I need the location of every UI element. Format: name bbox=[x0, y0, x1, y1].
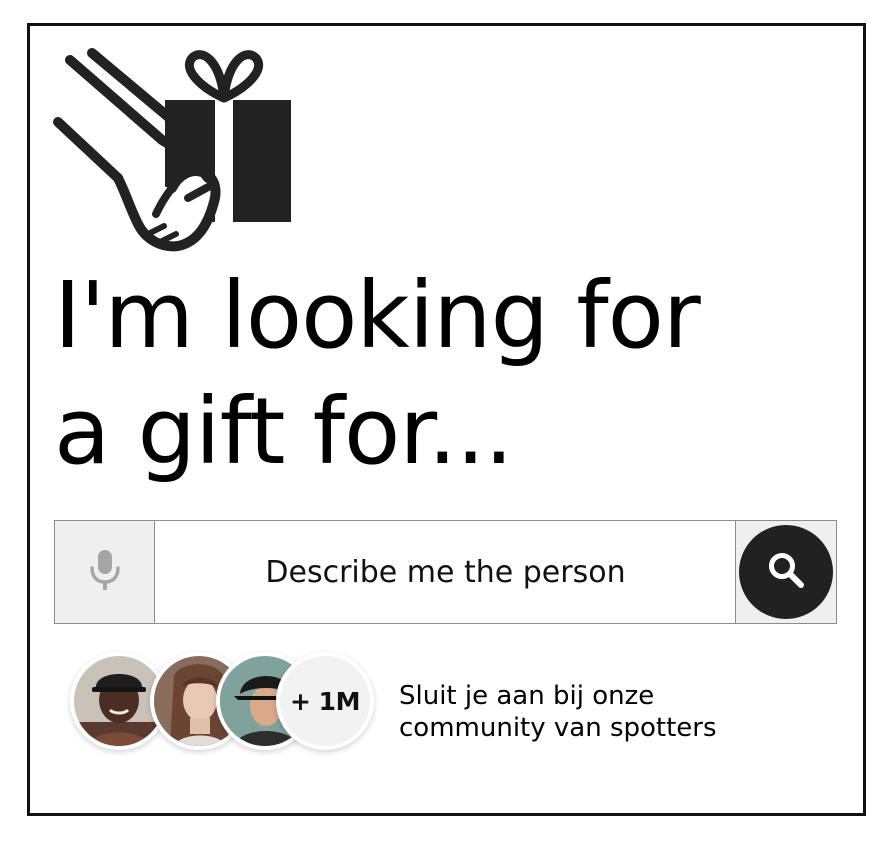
search-button-container bbox=[735, 521, 836, 623]
headline-line-1: I'm looking for bbox=[54, 262, 701, 369]
microphone-icon bbox=[88, 548, 122, 596]
community-text-line-1: Sluit je aan bij onze bbox=[399, 681, 655, 711]
hand-giving-gift-icon bbox=[52, 48, 297, 258]
more-members-badge: + 1M bbox=[276, 652, 374, 750]
search-icon bbox=[766, 550, 806, 594]
search-button[interactable] bbox=[739, 525, 833, 619]
search-input[interactable] bbox=[155, 521, 736, 623]
headline-line-2: a gift for... bbox=[54, 378, 513, 485]
search-bar bbox=[54, 520, 837, 624]
community-section: + 1M Sluit je aan bij onze community van… bbox=[70, 652, 830, 762]
microphone-button[interactable] bbox=[55, 521, 155, 623]
community-text: Sluit je aan bij onze community van spot… bbox=[399, 680, 829, 744]
community-text-line-2: community van spotters bbox=[399, 713, 717, 743]
page-title: I'm looking for a gift for... bbox=[54, 258, 844, 490]
